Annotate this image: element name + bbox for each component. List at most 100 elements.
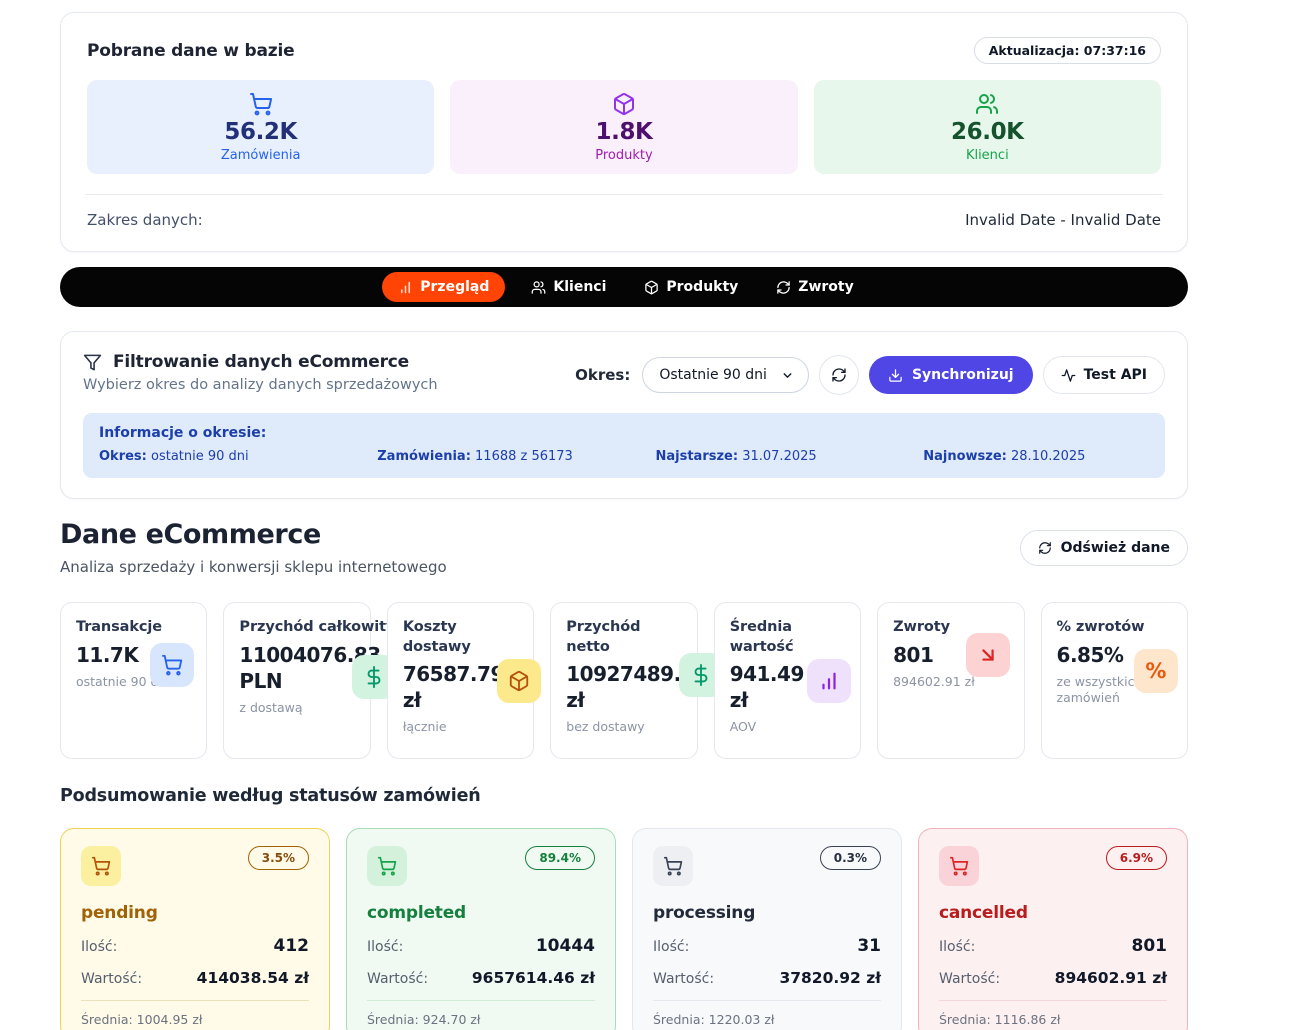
status-name: processing xyxy=(653,903,881,923)
kpi-label: Przychód netto xyxy=(566,618,688,657)
divider xyxy=(367,1000,595,1001)
customers-count: 26.0K xyxy=(951,119,1024,145)
tab-zwroty-label: Zwroty xyxy=(798,279,853,295)
value-label: Wartość: xyxy=(81,971,142,987)
status-count: 412 xyxy=(274,936,310,956)
status-name: pending xyxy=(81,903,309,923)
period-info-title: Informacje o okresie: xyxy=(99,425,1149,441)
cart-icon xyxy=(81,846,121,886)
status-name: completed xyxy=(367,903,595,923)
data-range-label: Zakres danych: xyxy=(87,211,203,229)
products-label: Produkty xyxy=(595,148,652,163)
refresh-data-button[interactable]: Odśwież dane xyxy=(1020,530,1188,566)
activity-icon xyxy=(1061,368,1076,383)
filter-icon xyxy=(83,353,102,372)
okres-select[interactable]: Ostatnie 90 dni xyxy=(642,357,809,393)
dashboard-page: Pobrane dane w bazie Aktualizacja: 07:37… xyxy=(0,0,1301,1030)
customers-label: Klienci xyxy=(966,148,1009,163)
percent-icon: % xyxy=(1134,649,1178,693)
synchronize-label: Synchronizuj xyxy=(912,367,1014,383)
tab-przeglad-label: Przegląd xyxy=(420,279,489,295)
period-info-najnowsze: Najnowsze: 28.10.2025 xyxy=(923,449,1149,464)
period-info-najstarsze: Najstarsze: 31.07.2025 xyxy=(656,449,924,464)
period-info-box: Informacje o okresie: Okres: ostatnie 90… xyxy=(83,413,1165,478)
status-count: 10444 xyxy=(536,936,595,956)
test-api-button[interactable]: Test API xyxy=(1043,356,1165,394)
kpi-label: Koszty dostawy xyxy=(403,618,525,657)
kpi-label: Przychód całkowity xyxy=(239,618,361,638)
value-label: Wartość: xyxy=(653,971,714,987)
database-card-title: Pobrane dane w bazie xyxy=(87,41,294,61)
status-value: 37820.92 zł xyxy=(779,969,881,987)
status-name: cancelled xyxy=(939,903,1167,923)
bar-chart-icon xyxy=(807,659,851,703)
customers-stat-box: 26.0K Klienci xyxy=(814,80,1161,174)
value-label: Wartość: xyxy=(939,971,1000,987)
status-cards-row: 3.5% pending Ilość: 412 Wartość: 414038.54… xyxy=(60,828,1188,1030)
kpi-label: Średnia wartość xyxy=(730,618,852,657)
kpi-value: 10927489.04 zł xyxy=(566,661,688,713)
refresh-icon xyxy=(776,280,791,295)
refresh-icon xyxy=(1038,541,1052,555)
divider xyxy=(81,1000,309,1001)
package-icon xyxy=(644,280,659,295)
tab-produkty[interactable]: Produkty xyxy=(632,272,750,302)
download-icon xyxy=(888,368,903,383)
tab-zwroty[interactable]: Zwroty xyxy=(764,272,865,302)
percent-badge: 3.5% xyxy=(248,846,309,870)
products-stat-box: 1.8K Produkty xyxy=(450,80,797,174)
okres-select-value: Ostatnie 90 dni xyxy=(659,367,767,383)
tab-klienci-label: Klienci xyxy=(553,279,606,295)
status-value: 894602.91 zł xyxy=(1055,969,1167,987)
tab-przeglad[interactable]: Przegląd xyxy=(382,272,505,302)
tab-produkty-label: Produkty xyxy=(666,279,738,295)
kpi-sub: bez dostawy xyxy=(566,719,688,736)
users-icon xyxy=(531,280,546,295)
data-range-value: Invalid Date - Invalid Date xyxy=(965,211,1161,229)
kpi-koszty-dostawy: Koszty dostawy 76587.79 zł łącznie xyxy=(387,602,534,759)
status-value: 9657614.46 zł xyxy=(472,969,595,987)
kpi-transakcje: Transakcje 11.7K ostatnie 90 dni xyxy=(60,602,207,759)
status-average: Średnia: 1220.03 zł xyxy=(653,1012,881,1027)
percent-badge: 0.3% xyxy=(820,846,881,870)
refresh-icon xyxy=(831,367,847,383)
kpi-cards-row: Transakcje 11.7K ostatnie 90 dni Przychó… xyxy=(60,602,1188,759)
status-card-pending: 3.5% pending Ilość: 412 Wartość: 414038.54… xyxy=(60,828,330,1030)
divider xyxy=(85,194,1163,195)
kpi-sub: z dostawą xyxy=(239,700,361,717)
main-tab-bar: Przegląd Klienci Produkty Zwroty xyxy=(60,267,1188,307)
status-value: 414038.54 zł xyxy=(197,969,309,987)
percent-badge: 6.9% xyxy=(1106,846,1167,870)
users-icon xyxy=(975,92,999,116)
status-count: 31 xyxy=(857,936,881,956)
okres-label: Okres: xyxy=(575,366,630,384)
cart-icon xyxy=(150,643,194,687)
chevron-down-icon xyxy=(781,369,794,382)
products-count: 1.8K xyxy=(596,119,653,145)
kpi-value: 11004076.83 PLN xyxy=(239,642,361,694)
arrow-down-right-icon xyxy=(966,633,1010,677)
kpi-przychod-calkowity: Przychód całkowity 11004076.83 PLN z dos… xyxy=(223,602,370,759)
cart-icon xyxy=(367,846,407,886)
refresh-data-label: Odśwież dane xyxy=(1061,540,1170,556)
period-info-okres: Okres: ostatnie 90 dni xyxy=(99,449,377,464)
kpi-zwroty: Zwroty 801 894602.91 zł xyxy=(877,602,1024,759)
tab-klienci[interactable]: Klienci xyxy=(519,272,618,302)
orders-count: 56.2K xyxy=(224,119,297,145)
synchronize-button[interactable]: Synchronizuj xyxy=(869,356,1033,394)
refresh-button[interactable] xyxy=(819,355,859,395)
kpi-sub: łącznie xyxy=(403,719,525,736)
bar-chart-icon xyxy=(398,280,413,295)
period-info-zamowienia: Zamówienia: 11688 z 56173 xyxy=(377,449,655,464)
count-label: Ilość: xyxy=(653,939,689,955)
status-card-cancelled: 6.9% cancelled Ilość:801 Wartość:894602.… xyxy=(918,828,1188,1030)
cart-icon xyxy=(249,92,273,116)
kpi-label: Transakcje xyxy=(76,618,198,638)
count-label: Ilość: xyxy=(81,939,117,955)
kpi-procent-zwrotow: % zwrotów 6.85% ze wszystkich zamówień % xyxy=(1041,602,1188,759)
page-subtitle: Analiza sprzedaży i konwersji sklepu int… xyxy=(60,558,447,576)
package-icon xyxy=(497,659,541,703)
update-time-badge: Aktualizacja: 07:37:16 xyxy=(974,37,1161,64)
status-card-processing: 0.3% processing Ilość: 31 Wartość: 37820.9… xyxy=(632,828,902,1030)
kpi-sub: AOV xyxy=(730,719,852,736)
